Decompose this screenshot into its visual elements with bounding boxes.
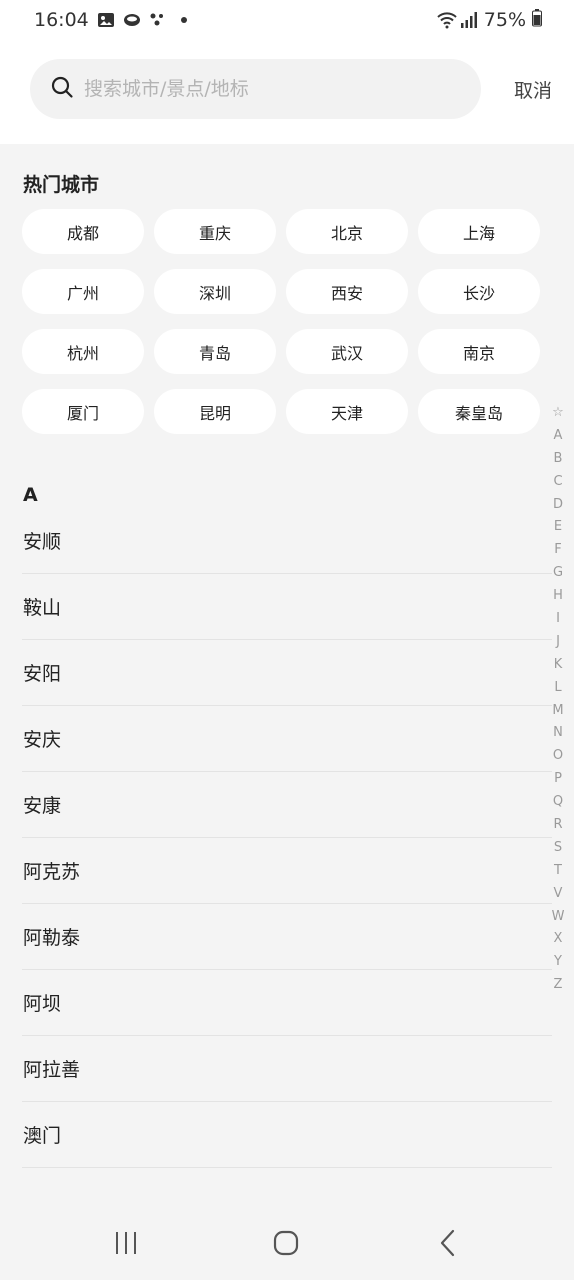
city-list: 安顺 鞍山 安阳 安庆 安康 阿克苏 阿勒泰 阿坝 阿拉善 澳门 xyxy=(22,508,552,1168)
hot-city-chip[interactable]: 厦门 xyxy=(22,389,144,434)
index-item[interactable]: B xyxy=(554,448,563,471)
system-nav-bar xyxy=(0,1204,574,1280)
hot-city-chip[interactable]: 青岛 xyxy=(154,329,276,374)
hot-city-chip[interactable]: 重庆 xyxy=(154,209,276,254)
more-notifications-icon xyxy=(180,17,187,23)
hot-cities-grid: 成都 重庆 北京 上海 广州 深圳 西安 长沙 杭州 青岛 武汉 南京 厦门 昆… xyxy=(22,209,544,434)
index-item[interactable]: L xyxy=(554,677,561,700)
index-item[interactable]: K xyxy=(554,654,563,677)
hot-city-chip[interactable]: 昆明 xyxy=(154,389,276,434)
index-item[interactable]: N xyxy=(553,722,563,745)
wifi-icon xyxy=(436,11,457,29)
cancel-button[interactable]: 取消 xyxy=(514,76,552,103)
index-item[interactable]: A xyxy=(554,425,563,448)
hot-city-chip[interactable]: 南京 xyxy=(418,329,540,374)
index-item[interactable]: H xyxy=(553,585,563,608)
home-icon[interactable] xyxy=(266,1228,306,1258)
search-input[interactable] xyxy=(84,78,444,100)
hot-city-chip[interactable]: 北京 xyxy=(286,209,408,254)
city-list-item[interactable]: 阿坝 xyxy=(22,970,552,1036)
search-box[interactable] xyxy=(30,59,481,119)
hot-cities-title: 热门城市 xyxy=(23,174,100,196)
city-list-item[interactable]: 阿勒泰 xyxy=(22,904,552,970)
index-item[interactable]: F xyxy=(554,539,561,562)
signal-icon xyxy=(460,11,478,29)
index-item[interactable]: E xyxy=(554,516,562,539)
hot-city-chip[interactable]: 秦皇岛 xyxy=(418,389,540,434)
index-item[interactable]: P xyxy=(554,768,562,791)
battery-icon xyxy=(532,8,542,32)
city-list-item[interactable]: 澳门 xyxy=(22,1102,552,1168)
hot-city-chip[interactable]: 深圳 xyxy=(154,269,276,314)
search-icon xyxy=(50,75,74,103)
index-item[interactable]: X xyxy=(554,928,563,951)
hot-city-chip[interactable]: 广州 xyxy=(22,269,144,314)
dots-notification-icon xyxy=(149,11,167,29)
index-item[interactable]: S xyxy=(554,837,562,860)
hot-city-chip[interactable]: 西安 xyxy=(286,269,408,314)
hot-city-chip[interactable]: 杭州 xyxy=(22,329,144,374)
index-item[interactable]: Q xyxy=(553,791,563,814)
city-list-item[interactable]: 安康 xyxy=(22,772,552,838)
index-item[interactable]: G xyxy=(553,562,563,585)
app-notification-icon xyxy=(123,11,141,29)
index-item[interactable]: V xyxy=(554,883,563,906)
section-header-a: A xyxy=(23,484,38,506)
city-list-item[interactable]: 安阳 xyxy=(22,640,552,706)
index-item[interactable]: W xyxy=(552,906,565,929)
hot-city-chip[interactable]: 天津 xyxy=(286,389,408,434)
index-item[interactable]: Y xyxy=(554,951,562,974)
city-list-item[interactable]: 安庆 xyxy=(22,706,552,772)
status-time: 16:04 xyxy=(34,9,89,31)
back-icon[interactable] xyxy=(428,1228,468,1258)
gallery-icon xyxy=(97,11,115,29)
city-picker-content: 热门城市 成都 重庆 北京 上海 广州 深圳 西安 长沙 杭州 青岛 武汉 南京… xyxy=(0,144,574,1204)
city-list-item[interactable]: 安顺 xyxy=(22,508,552,574)
index-item[interactable]: R xyxy=(553,814,562,837)
search-header: 取消 xyxy=(0,40,574,144)
hot-city-chip[interactable]: 成都 xyxy=(22,209,144,254)
index-item[interactable]: C xyxy=(553,471,562,494)
index-item[interactable]: D xyxy=(553,494,563,517)
city-list-item[interactable]: 阿拉善 xyxy=(22,1036,552,1102)
index-item[interactable]: O xyxy=(553,745,563,768)
hot-city-chip[interactable]: 长沙 xyxy=(418,269,540,314)
index-item[interactable]: Z xyxy=(554,974,563,997)
city-list-item[interactable]: 鞍山 xyxy=(22,574,552,640)
index-item[interactable]: M xyxy=(552,700,563,723)
index-item[interactable]: I xyxy=(556,608,560,631)
status-bar: 16:04 75% xyxy=(0,0,574,40)
recent-apps-icon[interactable] xyxy=(106,1228,146,1258)
alphabet-index-bar[interactable]: ☆ A B C D E F G H I J K L M N O P Q R S … xyxy=(550,402,566,997)
index-item[interactable]: T xyxy=(554,860,562,883)
city-list-item[interactable]: 阿克苏 xyxy=(22,838,552,904)
hot-city-chip[interactable]: 上海 xyxy=(418,209,540,254)
index-item-star[interactable]: ☆ xyxy=(552,402,564,425)
index-item[interactable]: J xyxy=(556,631,560,654)
hot-city-chip[interactable]: 武汉 xyxy=(286,329,408,374)
battery-percent: 75% xyxy=(483,9,526,31)
